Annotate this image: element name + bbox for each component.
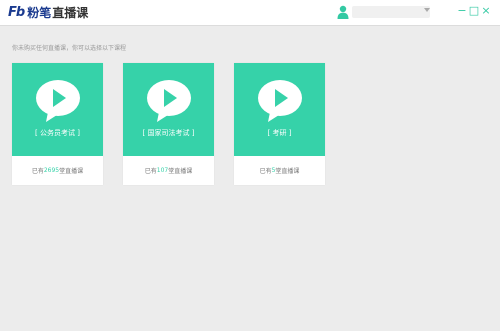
- course-card-civil-service[interactable]: [ 公务员考试 ] 已有 2695 堂直播课: [12, 63, 103, 185]
- card-banner: [ 国家司法考试 ]: [123, 63, 214, 156]
- card-footer: 已有 2695 堂直播课: [12, 156, 103, 185]
- close-button[interactable]: ×: [480, 4, 492, 18]
- user-menu-chevron-down-icon[interactable]: [424, 8, 430, 12]
- maximize-button[interactable]: □: [468, 4, 480, 18]
- count-prefix: 已有: [31, 168, 44, 175]
- user-icon[interactable]: [337, 5, 349, 19]
- minimize-button[interactable]: −: [456, 4, 468, 18]
- card-banner: [ 公务员考试 ]: [12, 63, 103, 156]
- card-title: [ 考研 ]: [267, 129, 292, 137]
- play-bubble-icon: [36, 80, 80, 122]
- card-title: [ 国家司法考试 ]: [142, 129, 195, 137]
- play-bubble-icon: [258, 80, 302, 122]
- count-suffix: 堂直播课: [59, 168, 84, 175]
- logo-brand: 粉笔: [27, 6, 52, 20]
- empty-hint: 你未购买任何直播课，你可以选择以下课程: [12, 45, 127, 52]
- course-card-judicial-exam[interactable]: [ 国家司法考试 ] 已有 107 堂直播课: [123, 63, 214, 185]
- count-prefix: 已有: [144, 168, 157, 175]
- count-suffix: 堂直播课: [168, 168, 193, 175]
- card-title: [ 公务员考试 ]: [35, 129, 80, 137]
- card-footer: 已有 5 堂直播课: [234, 156, 325, 185]
- card-banner: [ 考研 ]: [234, 63, 325, 156]
- title-bar: Fb 粉笔 直播课 用户名 − □ ×: [0, 0, 500, 26]
- course-count: 2695: [43, 167, 60, 174]
- count-prefix: 已有: [259, 168, 272, 175]
- course-card-postgraduate[interactable]: [ 考研 ] 已有 5 堂直播课: [234, 63, 325, 185]
- card-footer: 已有 107 堂直播课: [123, 156, 214, 185]
- logo-mark: Fb: [8, 5, 25, 20]
- play-bubble-icon: [147, 80, 191, 122]
- count-suffix: 堂直播课: [275, 168, 300, 175]
- app-title: 直播课: [52, 6, 89, 20]
- app-logo: Fb 粉笔 直播课: [8, 4, 88, 21]
- user-name[interactable]: 用户名: [352, 6, 430, 18]
- course-count: 107: [156, 167, 169, 174]
